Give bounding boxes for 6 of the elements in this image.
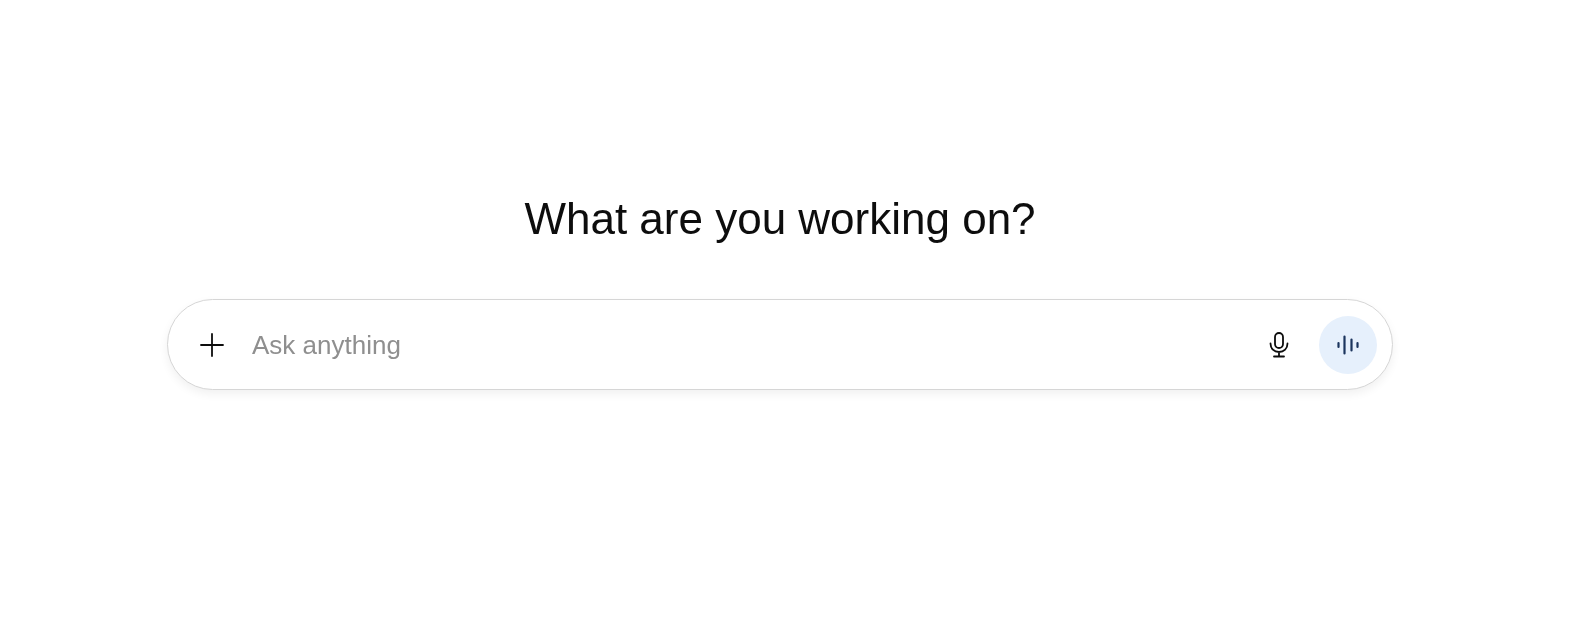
page-heading: What are you working on? bbox=[524, 193, 1036, 245]
message-input[interactable]: Ask anything bbox=[252, 328, 1261, 361]
microphone-icon bbox=[1269, 331, 1289, 358]
waveform-icon bbox=[1337, 334, 1359, 355]
plus-icon bbox=[200, 332, 224, 357]
message-composer[interactable]: Ask anything bbox=[167, 299, 1393, 390]
